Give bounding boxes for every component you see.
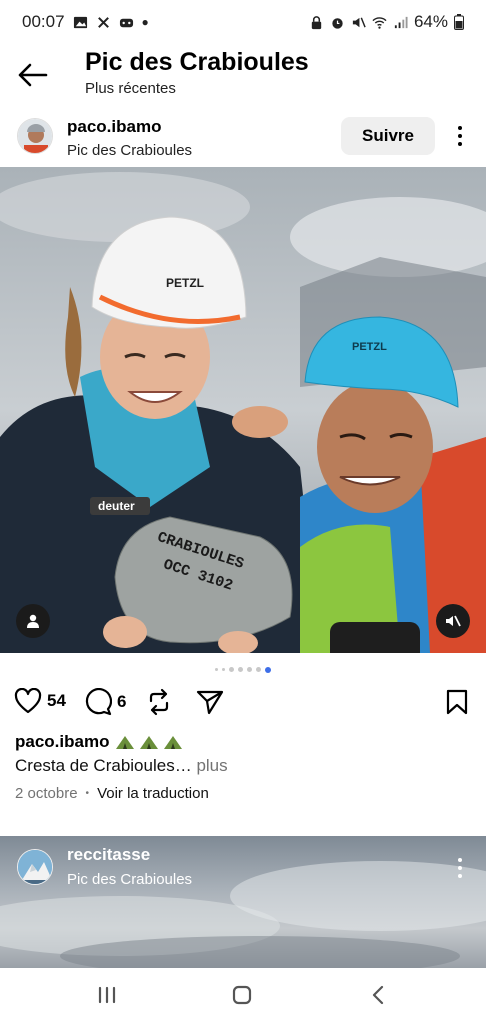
tent-emoji-icon: [164, 736, 183, 749]
game-icon: [119, 18, 133, 27]
tools-icon: [97, 16, 109, 28]
mute-status-icon: [352, 17, 366, 27]
recent-apps-icon[interactable]: [96, 984, 118, 1006]
carousel-dot-active: [265, 666, 271, 673]
next-post-more-icon[interactable]: [450, 854, 470, 882]
carousel-dot: [229, 667, 234, 672]
post-photo[interactable]: PETZL PETZL deuter CRABIOULES OCC 3102: [0, 167, 486, 653]
like-count: 54: [47, 691, 66, 710]
like-button[interactable]: 54: [14, 688, 66, 714]
battery-icon: [454, 14, 464, 30]
status-time: 00:07: [22, 12, 65, 31]
comment-icon: [85, 688, 112, 716]
save-button[interactable]: [444, 688, 470, 716]
back-nav-icon[interactable]: [368, 984, 390, 1006]
post-meta: 2 octobre • Voir la traduction: [15, 785, 209, 802]
comment-count: 6: [117, 692, 127, 711]
status-bar: 00:07 ● 64%: [0, 0, 486, 44]
heart-icon: [14, 688, 42, 714]
tagged-people-icon[interactable]: [16, 604, 50, 638]
repost-icon: [149, 688, 169, 716]
caption-emojis: [115, 734, 183, 750]
post-location[interactable]: Pic des Crabioules: [67, 142, 192, 159]
battery-percent: 64%: [413, 12, 448, 31]
sort-subtitle[interactable]: Plus récentes: [85, 80, 176, 97]
next-post-preview[interactable]: reccitasse Pic des Crabioules: [0, 836, 486, 968]
mute-icon[interactable]: [436, 604, 470, 638]
pack-brand: deuter: [98, 499, 135, 513]
avatar[interactable]: [17, 118, 53, 154]
next-post-avatar[interactable]: [17, 849, 53, 885]
carousel-dot: [256, 667, 261, 672]
caption-text-line: Cresta de Crabioules… plus: [15, 756, 228, 776]
carousel-dot: [215, 668, 218, 671]
bookmark-icon: [446, 689, 468, 715]
next-post-username[interactable]: reccitasse: [67, 845, 150, 865]
next-post-location[interactable]: Pic des Crabioules: [67, 871, 192, 888]
system-nav-bar: [0, 968, 486, 1024]
post-username[interactable]: paco.ibamo: [67, 117, 161, 137]
carousel-dot: [247, 667, 252, 672]
tent-emoji-icon: [140, 736, 159, 749]
caption-text: Cresta de Crabioules…: [15, 756, 192, 775]
share-button[interactable]: [196, 688, 224, 716]
post-header: paco.ibamo Pic des Crabioules Suivre: [0, 112, 486, 166]
lock-icon: [311, 15, 322, 29]
caption-username[interactable]: paco.ibamo: [15, 732, 109, 752]
gallery-icon: [73, 16, 87, 28]
post-actions: 54 6: [0, 686, 486, 722]
carousel-indicator: [0, 666, 486, 673]
follow-button[interactable]: Suivre: [341, 117, 435, 155]
comment-button[interactable]: 6: [84, 688, 126, 716]
carousel-dot: [238, 667, 243, 672]
helmet-brand-left: PETZL: [166, 276, 204, 290]
wifi-icon: [372, 16, 387, 29]
notification-dot-icon: ●: [141, 15, 149, 29]
helmet-brand-right: PETZL: [352, 341, 387, 353]
home-icon[interactable]: [231, 984, 253, 1006]
more-options-icon[interactable]: [450, 122, 470, 150]
meta-separator: •: [85, 788, 90, 799]
caption-more-link[interactable]: plus: [196, 756, 227, 775]
caption-header: paco.ibamo: [15, 732, 183, 752]
carousel-dot: [222, 668, 225, 671]
translate-link[interactable]: Voir la traduction: [97, 785, 209, 802]
send-icon: [196, 690, 224, 715]
repost-button[interactable]: [146, 688, 172, 716]
page-header: Pic des Crabioules Plus récentes: [0, 44, 486, 106]
page-title: Pic des Crabioules: [85, 48, 309, 76]
post-date: 2 octobre: [15, 785, 78, 802]
tent-emoji-icon: [116, 736, 135, 749]
signal-icon: [394, 16, 408, 28]
arrow-left-icon[interactable]: [16, 60, 50, 90]
alarm-icon: [332, 17, 343, 29]
